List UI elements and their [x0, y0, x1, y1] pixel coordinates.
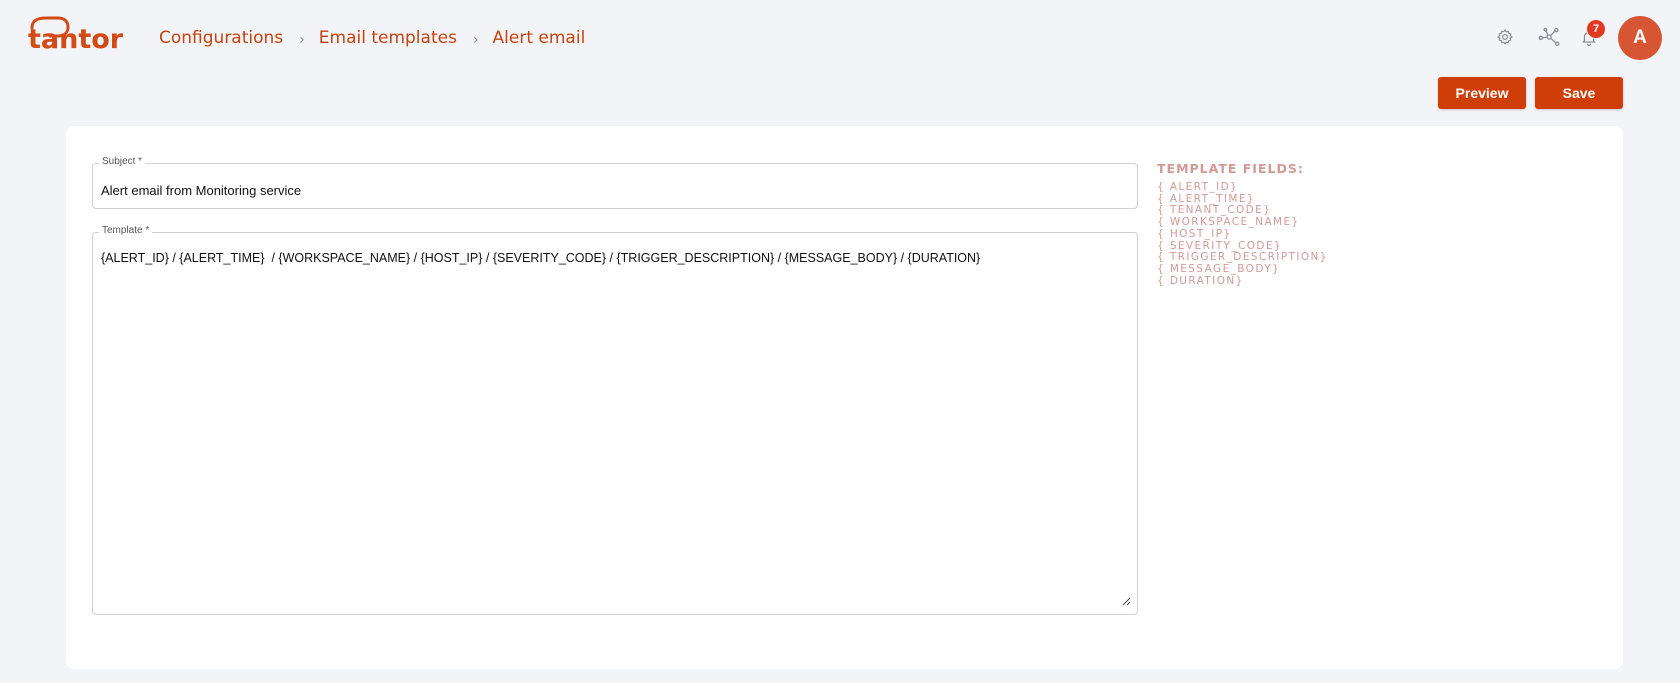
template-field[interactable]: Template * {ALERT_ID} / {ALERT_TIME} / {…	[92, 225, 1138, 615]
logo-wordmark: tantor	[28, 24, 124, 55]
template-field-item: { DURATION}	[1157, 274, 1244, 287]
template-field-item: { HOST_IP}	[1157, 227, 1232, 240]
top-bar: tantor Configurations › Email templates …	[0, 0, 1680, 76]
template-fields-panel: TEMPLATE FIELDS: { ALERT_ID} { ALERT_TIM…	[1157, 161, 1457, 287]
breadcrumb-alert-email: Alert email	[492, 28, 586, 48]
template-editor-card: Subject * Alert email from Monitoring se…	[66, 126, 1623, 669]
tantor-logo[interactable]: tantor	[26, 16, 124, 58]
subject-field[interactable]: Subject * Alert email from Monitoring se…	[92, 156, 1138, 209]
breadcrumb: Configurations › Email templates › Alert…	[159, 26, 585, 50]
breadcrumb-email-templates[interactable]: Email templates	[319, 28, 457, 48]
template-label: Template *	[99, 225, 153, 236]
breadcrumb-configurations[interactable]: Configurations	[159, 28, 283, 48]
template-field-item: { MESSAGE_BODY}	[1157, 262, 1281, 275]
template-textarea[interactable]: {ALERT_ID} / {ALERT_TIME} / {WORKSPACE_N…	[101, 251, 980, 265]
chevron-right-icon: ›	[472, 32, 479, 48]
user-avatar[interactable]: A	[1618, 16, 1662, 60]
resize-handle-icon[interactable]	[1121, 596, 1131, 606]
save-button[interactable]: Save	[1535, 77, 1623, 109]
subject-label: Subject *	[99, 156, 146, 167]
notification-count-badge: 7	[1586, 19, 1606, 39]
network-icon[interactable]	[1535, 23, 1563, 51]
preview-button[interactable]: Preview	[1438, 77, 1526, 109]
chevron-right-icon: ›	[299, 32, 305, 48]
template-field-item: { ALERT_ID}	[1157, 181, 1239, 193]
template-fields-title: TEMPLATE FIELDS:	[1157, 161, 1304, 176]
subject-input[interactable]: Alert email from Monitoring service	[101, 183, 301, 198]
gear-icon[interactable]	[1491, 23, 1519, 51]
